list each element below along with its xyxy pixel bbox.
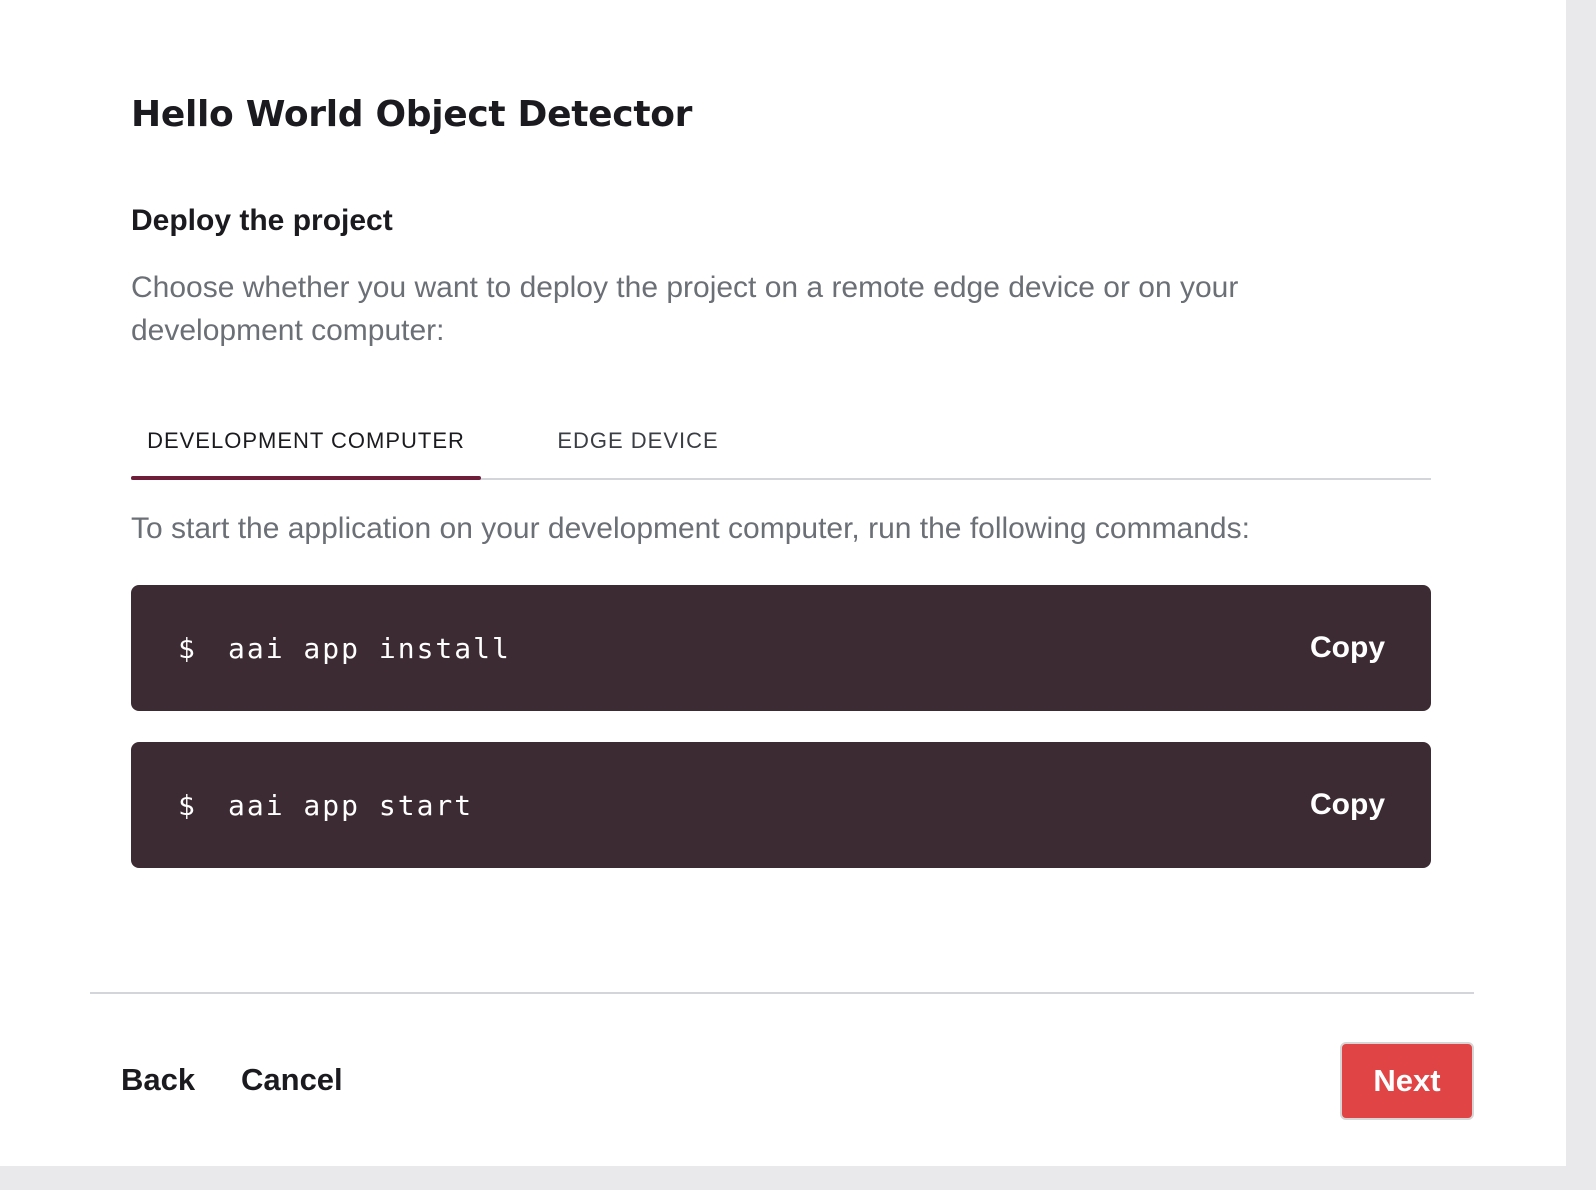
copy-button[interactable]: Copy	[1310, 742, 1385, 868]
tab-edge-device-label: EDGE DEVICE	[557, 428, 719, 453]
footer-divider	[90, 992, 1474, 994]
description-text: Choose whether you want to deploy the pr…	[131, 271, 1239, 347]
shell-prompt: $	[178, 788, 195, 822]
tab-edge-device[interactable]: EDGE DEVICE	[513, 404, 763, 478]
active-tab-indicator	[131, 476, 481, 480]
command-block-install: $ aai app install Copy	[131, 585, 1431, 711]
section-title: Deploy the project	[131, 204, 393, 237]
tab-development-computer-label: DEVELOPMENT COMPUTER	[147, 428, 465, 453]
shell-prompt: $	[178, 631, 195, 665]
deploy-dialog: Hello World Object Detector Deploy the p…	[0, 0, 1566, 1166]
back-button[interactable]: Back	[121, 1056, 195, 1104]
command-block-start: $ aai app start Copy	[131, 742, 1431, 868]
page-title: Hello World Object Detector	[131, 94, 693, 135]
command-text: aai app install	[228, 631, 511, 665]
command-text: aai app start	[228, 788, 474, 822]
cancel-button[interactable]: Cancel	[241, 1056, 343, 1104]
tab-development-computer[interactable]: DEVELOPMENT COMPUTER	[131, 404, 481, 480]
instruction-text: To start the application on your develop…	[131, 512, 1250, 545]
next-button[interactable]: Next	[1340, 1042, 1474, 1120]
copy-button[interactable]: Copy	[1310, 585, 1385, 711]
deploy-target-tabs: DEVELOPMENT COMPUTER EDGE DEVICE	[131, 404, 1431, 480]
